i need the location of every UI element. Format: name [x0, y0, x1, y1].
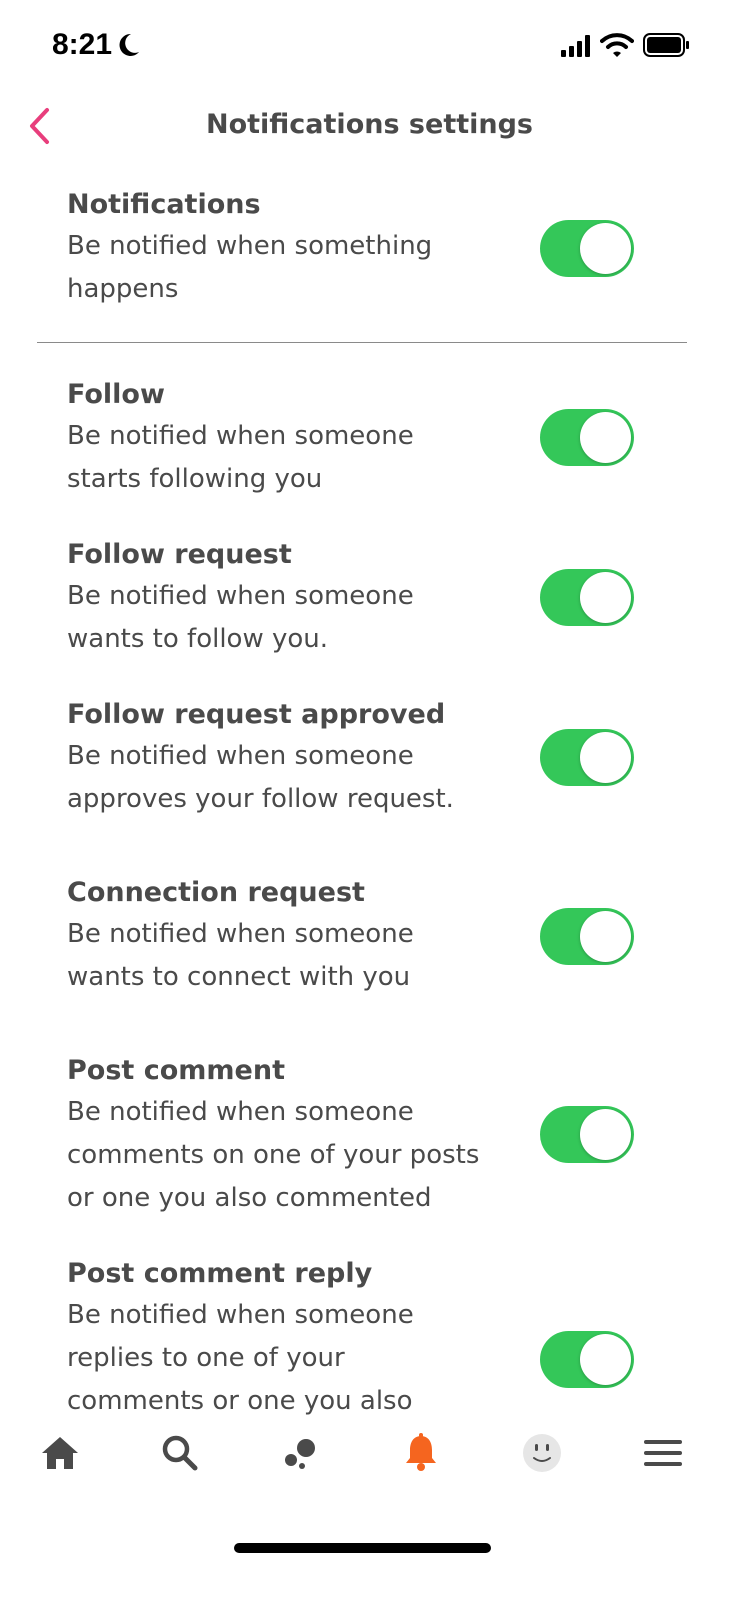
tab-connections[interactable] [271, 1429, 331, 1481]
setting-description-line: replies to one of your [67, 1343, 345, 1373]
page-title: Notifications settings [205, 109, 534, 140]
home-icon [40, 1435, 80, 1475]
setting-title: Post comment [67, 1055, 285, 1086]
wifi-icon [600, 32, 634, 62]
smiley-icon [522, 1433, 562, 1477]
setting-description-line: Be notified when someone [67, 1097, 414, 1127]
follow-request-approved-toggle[interactable] [540, 729, 634, 786]
header: Notifications settings [0, 95, 739, 165]
tab-menu[interactable] [633, 1429, 693, 1481]
setting-description-line: wants to connect with you [67, 962, 411, 992]
setting-title: Follow request [67, 539, 292, 570]
status-bar: 8:21 [0, 0, 739, 95]
status-time: 8:21 [52, 28, 113, 61]
setting-description-line: or one you also commented [67, 1183, 432, 1213]
setting-description-line: happens [67, 274, 179, 304]
setting-title: Follow request approved [67, 699, 446, 730]
follow-request-toggle[interactable] [540, 569, 634, 626]
search-icon [161, 1434, 199, 1476]
setting-description-line: starts following you [67, 464, 323, 494]
toggle-knob [580, 223, 631, 274]
menu-icon [644, 1439, 682, 1471]
setting-title: Follow [67, 379, 165, 410]
setting-description-line: comments on one of your posts [67, 1140, 480, 1170]
setting-description-line: Be notified when someone [67, 581, 414, 611]
notifications-toggle[interactable] [540, 220, 634, 277]
toggle-knob [580, 1109, 631, 1160]
setting-description-line: wants to follow you. [67, 624, 329, 654]
tab-home[interactable] [30, 1429, 90, 1481]
toggle-knob [580, 572, 631, 623]
battery-icon [643, 33, 691, 61]
follow-toggle[interactable] [540, 409, 634, 466]
setting-description-line: Be notified when someone [67, 919, 414, 949]
setting-title: Notifications [67, 189, 261, 220]
setting-description-line: Be notified when someone [67, 1300, 414, 1330]
settings-list: Notifications Be notified when something… [0, 165, 739, 1415]
connections-icon [283, 1436, 319, 1474]
moon-icon [117, 32, 141, 62]
setting-description-line: approves your follow request. [67, 784, 454, 814]
toggle-knob [580, 911, 631, 962]
setting-title: Post comment reply [67, 1258, 373, 1289]
post-comment-reply-toggle[interactable] [540, 1331, 634, 1388]
tab-profile[interactable] [512, 1429, 572, 1481]
toggle-knob [580, 1334, 631, 1385]
setting-title: Connection request [67, 877, 365, 908]
post-comment-toggle[interactable] [540, 1106, 634, 1163]
toggle-knob [580, 732, 631, 783]
signal-icon [561, 35, 593, 61]
setting-description-line: Be notified when someone [67, 421, 414, 451]
tab-notifications[interactable] [391, 1429, 451, 1481]
tab-bar [0, 1415, 739, 1495]
setting-description-line: Be notified when something [67, 231, 433, 261]
home-indicator [234, 1543, 491, 1553]
connection-request-toggle[interactable] [540, 908, 634, 965]
toggle-knob [580, 412, 631, 463]
tab-search[interactable] [150, 1429, 210, 1481]
setting-description-line: Be notified when someone [67, 741, 414, 771]
divider [37, 342, 687, 343]
bell-icon [403, 1433, 439, 1477]
setting-description-line: comments or one you also [67, 1386, 413, 1415]
